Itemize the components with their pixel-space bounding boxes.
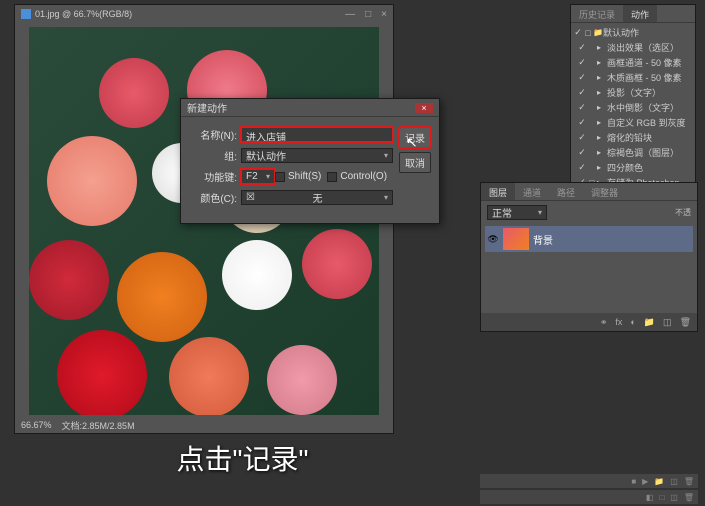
action-item[interactable]: ✓▸四分颜色 bbox=[571, 160, 695, 175]
record-button[interactable]: 记录 bbox=[399, 127, 431, 148]
action-item[interactable]: ✓▸棕褐色调（图层） bbox=[571, 145, 695, 160]
icon[interactable]: ◫ bbox=[670, 493, 678, 502]
action-item[interactable]: ✓▸投影（文字） bbox=[571, 85, 695, 100]
set-dropdown[interactable]: 默认动作 bbox=[241, 148, 393, 163]
trash-icon[interactable]: 🗑 bbox=[684, 477, 694, 486]
actions-panel: 历史记录 动作 ✓□📁 默认动作 ✓▸淡出效果（选区） ✓▸画框通道 - 50 … bbox=[570, 4, 696, 194]
fkey-label: 功能键: bbox=[189, 169, 237, 184]
new-icon[interactable]: ◫ bbox=[670, 477, 678, 486]
close-icon[interactable]: × bbox=[415, 103, 433, 113]
fx-icon[interactable]: fx bbox=[615, 317, 622, 327]
icon[interactable]: ◧ bbox=[646, 493, 654, 502]
tab-layers[interactable]: 图层 bbox=[481, 183, 515, 200]
action-item[interactable]: ✓▸木质画框 - 50 像素 bbox=[571, 70, 695, 85]
fkey-dropdown[interactable]: F2 bbox=[241, 169, 275, 184]
panel-footer-strip: ■ ▶ 📁 ◫ 🗑 bbox=[480, 474, 698, 488]
tab-actions[interactable]: 动作 bbox=[623, 5, 657, 22]
tab-adjust[interactable]: 调整器 bbox=[583, 183, 626, 200]
document-statusbar: 66.67% 文档:2.85M/2.85M bbox=[15, 417, 393, 433]
action-item[interactable]: ✓▸淡出效果（选区） bbox=[571, 40, 695, 55]
app-status-strip: ◧ □ ◫ 🗑 bbox=[480, 490, 698, 504]
opacity-label: 不透 bbox=[675, 207, 691, 218]
document-title: 01.jpg @ 66.7%(RGB/8) bbox=[35, 9, 132, 19]
shift-checkbox[interactable]: Shift(S) bbox=[275, 171, 321, 182]
minimize-icon[interactable]: — bbox=[345, 9, 355, 20]
ps-icon bbox=[21, 9, 31, 19]
name-input[interactable]: 进入店铺 bbox=[241, 127, 393, 142]
stop-icon[interactable]: ■ bbox=[631, 477, 636, 486]
filesize-info: 文档:2.85M/2.85M bbox=[62, 419, 135, 432]
action-set[interactable]: ✓□📁 默认动作 bbox=[571, 25, 695, 40]
blend-mode-dropdown[interactable]: 正常 bbox=[487, 205, 547, 220]
icon[interactable]: □ bbox=[659, 493, 664, 502]
action-item[interactable]: ✓▸画框通道 - 50 像素 bbox=[571, 55, 695, 70]
set-label: 组: bbox=[189, 148, 237, 163]
maximize-icon[interactable]: □ bbox=[365, 9, 371, 20]
mask-icon[interactable]: ◐ bbox=[630, 317, 635, 327]
trash-icon[interactable]: 🗑 bbox=[684, 493, 694, 502]
new-action-dialog: 新建动作 × 名称(N): 进入店铺 组: 默认动作 功能键: F2 Shift… bbox=[180, 98, 440, 224]
dialog-titlebar[interactable]: 新建动作 × bbox=[181, 99, 439, 117]
tutorial-caption: 点击"记录" bbox=[0, 438, 485, 478]
tab-channels[interactable]: 通道 bbox=[515, 183, 549, 200]
visibility-icon[interactable]: 👁 bbox=[487, 234, 499, 245]
layers-panel: 图层 通道 路径 调整器 正常 不透 👁 背景 ⚭ fx ◐ 📁 ◫ 🗑 bbox=[480, 182, 698, 332]
new-layer-icon[interactable]: ◫ bbox=[663, 317, 672, 328]
folder-icon[interactable]: 📁 bbox=[654, 477, 664, 486]
color-label: 颜色(C): bbox=[189, 190, 237, 205]
control-checkbox[interactable]: Control(O) bbox=[327, 171, 387, 182]
cancel-button[interactable]: 取消 bbox=[399, 152, 431, 173]
folder-icon[interactable]: 📁 bbox=[644, 317, 655, 328]
color-dropdown[interactable]: ☒ 无 bbox=[241, 190, 393, 205]
zoom-level[interactable]: 66.67% bbox=[21, 420, 52, 430]
action-item[interactable]: ✓▸自定义 RGB 到灰度 bbox=[571, 115, 695, 130]
layers-footer: ⚭ fx ◐ 📁 ◫ 🗑 bbox=[481, 313, 697, 331]
name-label: 名称(N): bbox=[189, 127, 237, 142]
close-icon[interactable]: × bbox=[381, 9, 387, 20]
link-icon[interactable]: ⚭ bbox=[600, 317, 608, 328]
dialog-title: 新建动作 bbox=[187, 100, 227, 115]
tab-history[interactable]: 历史记录 bbox=[571, 5, 623, 22]
layer-name[interactable]: 背景 bbox=[533, 232, 553, 247]
action-item[interactable]: ✓▸熔化的铅块 bbox=[571, 130, 695, 145]
layer-row[interactable]: 👁 背景 bbox=[485, 226, 693, 252]
action-item[interactable]: ✓▸水中倒影（文字） bbox=[571, 100, 695, 115]
document-titlebar[interactable]: 01.jpg @ 66.7%(RGB/8) — □ × bbox=[15, 5, 393, 23]
play-icon[interactable]: ▶ bbox=[642, 477, 648, 486]
trash-icon[interactable]: 🗑 bbox=[680, 317, 691, 328]
tab-paths[interactable]: 路径 bbox=[549, 183, 583, 200]
layer-thumbnail[interactable] bbox=[503, 228, 529, 250]
